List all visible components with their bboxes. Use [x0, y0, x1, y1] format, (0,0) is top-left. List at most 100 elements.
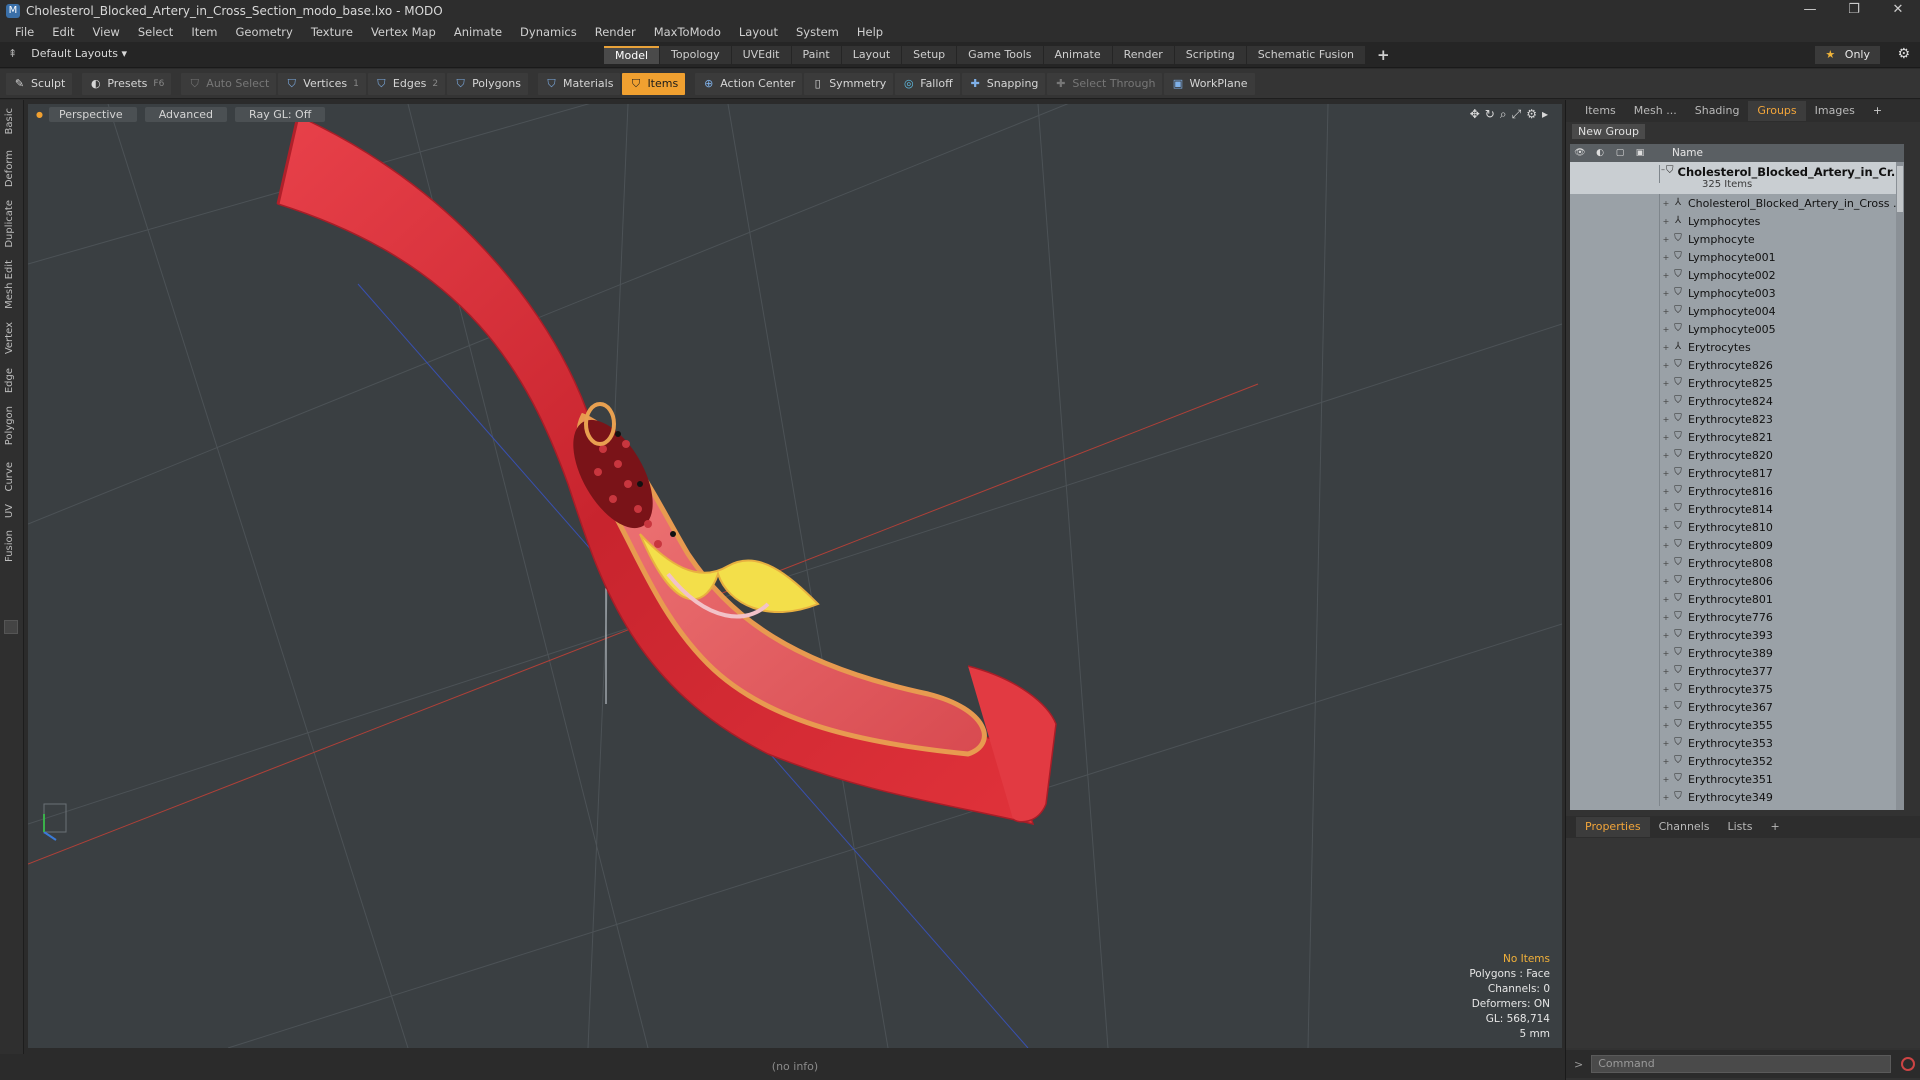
group-row[interactable]: – ⛉ Cholesterol_Blocked_Artery_in_Cr... … — [1570, 162, 1904, 194]
expand-icon[interactable]: + — [1660, 343, 1672, 352]
expand-icon[interactable]: + — [1660, 721, 1672, 730]
select-col-icon[interactable]: ▣ — [1630, 148, 1650, 158]
expand-icon[interactable]: + — [1660, 541, 1672, 550]
items-button[interactable]: ⛉ Items — [622, 72, 686, 95]
vtab-polygon[interactable]: Polygon — [4, 406, 15, 445]
tab-lists[interactable]: Lists — [1719, 817, 1762, 837]
expand-arrow-icon[interactable]: ▸ — [1542, 107, 1548, 122]
select-through-button[interactable]: ✚ Select Through — [1047, 72, 1163, 95]
menu-view[interactable]: View — [84, 25, 129, 39]
tree-row[interactable]: + ⛉ Erythrocyte814 — [1570, 500, 1904, 518]
expand-icon[interactable]: + — [1660, 577, 1672, 586]
presets-button[interactable]: ◐ Presets F6 — [82, 72, 172, 95]
expand-icon[interactable]: + — [1660, 469, 1672, 478]
tree-row[interactable]: + ⛉ Erythrocyte824 — [1570, 392, 1904, 410]
add-props-tab-button[interactable]: + — [1761, 817, 1788, 837]
tree-row[interactable]: + ⛉ Erythrocyte349 — [1570, 788, 1904, 806]
scroll-thumb[interactable] — [1897, 166, 1903, 212]
tab-mesh[interactable]: Mesh ... — [1625, 101, 1686, 121]
expand-icon[interactable]: + — [1660, 217, 1672, 226]
vtab-fusion[interactable]: Fusion — [4, 530, 15, 562]
tree-row[interactable]: + ⛉ Erythrocyte806 — [1570, 572, 1904, 590]
tree-row[interactable]: + ⛉ Erythrocyte825 — [1570, 374, 1904, 392]
vtab-curve[interactable]: Curve — [4, 462, 15, 492]
sculpt-button[interactable]: ✎ Sculpt — [6, 72, 73, 95]
menu-render[interactable]: Render — [586, 25, 645, 39]
menu-select[interactable]: Select — [129, 25, 182, 39]
expand-icon[interactable]: + — [1660, 523, 1672, 532]
expand-icon[interactable]: + — [1660, 451, 1672, 460]
tab-model[interactable]: Model — [604, 46, 660, 64]
tab-setup[interactable]: Setup — [902, 46, 957, 64]
menu-texture[interactable]: Texture — [302, 25, 362, 39]
add-tab-button[interactable]: + — [1366, 46, 1401, 64]
tab-render[interactable]: Render — [1112, 46, 1174, 64]
menu-geometry[interactable]: Geometry — [227, 25, 302, 39]
tab-schematic-fusion[interactable]: Schematic Fusion — [1246, 46, 1366, 64]
minimize-button[interactable]: — — [1788, 0, 1832, 22]
expand-icon[interactable]: + — [1660, 325, 1672, 334]
strip-toggle-button[interactable] — [4, 620, 18, 634]
menu-maxtomodo[interactable]: MaxToModo — [645, 25, 730, 39]
tree-row[interactable]: + ⛉ Erythrocyte820 — [1570, 446, 1904, 464]
tree-row[interactable]: + ⛉ Lymphocyte001 — [1570, 248, 1904, 266]
tab-topology[interactable]: Topology — [660, 46, 731, 64]
materials-button[interactable]: ⛉ Materials — [538, 72, 621, 95]
expand-icon[interactable]: + — [1660, 271, 1672, 280]
expand-icon[interactable]: + — [1660, 559, 1672, 568]
menu-file[interactable]: File — [6, 25, 43, 39]
maximize-button[interactable]: ❐ — [1832, 0, 1876, 22]
vtab-basic[interactable]: Basic — [4, 108, 15, 134]
raygl-button[interactable]: Ray GL: Off — [235, 106, 326, 122]
tree-row[interactable]: + ⅄ Cholesterol_Blocked_Artery_in_Cross ..… — [1570, 194, 1904, 212]
expand-icon[interactable]: + — [1660, 361, 1672, 370]
expand-icon[interactable]: + — [1660, 685, 1672, 694]
symmetry-button[interactable]: ▯ Symmetry — [804, 72, 894, 95]
advanced-button[interactable]: Advanced — [144, 106, 228, 122]
tree-row[interactable]: + ⛉ Erythrocyte826 — [1570, 356, 1904, 374]
lock-col-icon[interactable]: ▢ — [1610, 148, 1630, 158]
expand-icon[interactable]: + — [1660, 757, 1672, 766]
vtab-duplicate[interactable]: Duplicate — [4, 200, 15, 248]
tree-row[interactable]: + ⛉ Erythrocyte375 — [1570, 680, 1904, 698]
expand-icon[interactable]: + — [1660, 739, 1672, 748]
expand-icon[interactable]: + — [1660, 649, 1672, 658]
auto-select-button[interactable]: ⛉ Auto Select — [181, 72, 277, 95]
tree-row[interactable]: + ⛉ Erythrocyte808 — [1570, 554, 1904, 572]
expand-icon[interactable]: + — [1660, 289, 1672, 298]
expand-icon[interactable]: + — [1660, 487, 1672, 496]
expand-icon[interactable]: + — [1660, 307, 1672, 316]
vtab-edge[interactable]: Edge — [4, 368, 15, 393]
expand-icon[interactable]: + — [1660, 199, 1672, 208]
tree-row[interactable]: + ⛉ Erythrocyte776 — [1570, 608, 1904, 626]
tab-paint[interactable]: Paint — [791, 46, 841, 64]
3d-viewport[interactable]: ● Perspective Advanced Ray GL: Off ✥ ↻ ⌕… — [28, 104, 1562, 1048]
snapping-button[interactable]: ✚ Snapping — [961, 72, 1046, 95]
tab-layout[interactable]: Layout — [841, 46, 902, 64]
workplane-button[interactable]: ▣ WorkPlane — [1164, 72, 1255, 95]
tab-properties[interactable]: Properties — [1576, 817, 1650, 837]
gear-icon[interactable]: ⚙ — [1897, 46, 1910, 62]
expand-icon[interactable]: + — [1660, 379, 1672, 388]
command-input[interactable]: Command — [1591, 1055, 1892, 1073]
expand-icon[interactable]: + — [1660, 793, 1672, 802]
menu-item[interactable]: Item — [182, 25, 226, 39]
tree-row[interactable]: + ⅄ Erytrocytes — [1570, 338, 1904, 356]
menu-animate[interactable]: Animate — [445, 25, 511, 39]
tree-row[interactable]: + ⛉ Erythrocyte355 — [1570, 716, 1904, 734]
vtab-uv[interactable]: UV — [4, 504, 15, 518]
expand-icon[interactable]: + — [1660, 505, 1672, 514]
vtab-vertex[interactable]: Vertex — [4, 322, 15, 354]
tab-scripting[interactable]: Scripting — [1174, 46, 1246, 64]
tree-row[interactable]: + ⅄ Lymphocytes — [1570, 212, 1904, 230]
expand-icon[interactable]: + — [1660, 631, 1672, 640]
viewport-menu-icon[interactable]: ● — [36, 110, 43, 119]
action-center-button[interactable]: ⊕ Action Center — [695, 72, 803, 95]
perspective-button[interactable]: Perspective — [48, 106, 137, 122]
visibility-col-icon[interactable]: 👁 — [1570, 148, 1590, 158]
tree-row[interactable]: + ⛉ Erythrocyte352 — [1570, 752, 1904, 770]
falloff-button[interactable]: ◎ Falloff — [895, 72, 960, 95]
expand-icon[interactable]: + — [1660, 397, 1672, 406]
expand-icon[interactable]: + — [1660, 415, 1672, 424]
add-panel-tab-button[interactable]: + — [1864, 101, 1891, 121]
